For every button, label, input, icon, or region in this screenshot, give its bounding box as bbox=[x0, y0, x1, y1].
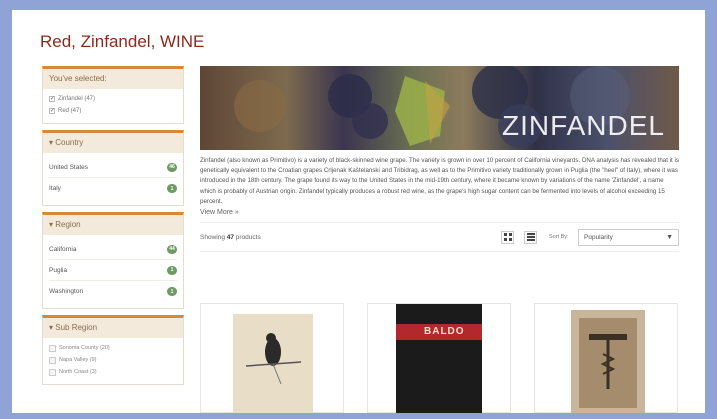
product-card[interactable]: BALDO bbox=[367, 303, 511, 413]
facet-item-label: Sonoma County (20) bbox=[59, 345, 110, 351]
checkbox[interactable] bbox=[49, 368, 56, 376]
region-facet-heading[interactable]: ▾ Region bbox=[43, 215, 183, 235]
facet-item-north-coast[interactable]: North Coast (3) bbox=[49, 366, 177, 378]
facet-item-label: Washington bbox=[49, 288, 84, 295]
results-count-prefix: Showing bbox=[200, 233, 227, 241]
facet-item-label: Napa Valley (9) bbox=[59, 357, 97, 363]
country-facet-panel: ▾ Country United States 46 Italy 1 bbox=[42, 130, 184, 206]
checkbox[interactable] bbox=[49, 356, 56, 364]
facet-item-label: Puglia bbox=[49, 266, 68, 274]
facet-count-badge: 46 bbox=[167, 162, 177, 172]
main-content: ZINFANDEL Zinfandel (also known as Primi… bbox=[200, 66, 679, 413]
results-toolbar: Showing 47 products Sort By: Popularity … bbox=[200, 222, 679, 253]
facet-count-badge: 1 bbox=[167, 265, 177, 275]
view-more-link[interactable]: View More » bbox=[200, 209, 679, 216]
page: Red, Zinfandel, WINE You've selected: ✓ … bbox=[12, 10, 705, 413]
sidebar: You've selected: ✓ Zinfandel (47) ✓ Red … bbox=[42, 66, 184, 391]
product-card[interactable] bbox=[534, 303, 678, 413]
sort-by-label: Sort By: bbox=[549, 234, 569, 241]
checkbox-icon[interactable]: ✓ bbox=[49, 108, 55, 114]
facet-item-label: Italy bbox=[49, 185, 61, 192]
collapse-caret-icon: ▾ bbox=[49, 220, 54, 229]
facet-count-badge: 44 bbox=[167, 244, 177, 254]
dropdown-arrow-icon: ▼ bbox=[666, 233, 673, 241]
sub-region-facet-title: Sub Region bbox=[55, 323, 98, 332]
list-view-button[interactable] bbox=[524, 230, 537, 244]
wine-label-bird-image bbox=[233, 314, 313, 413]
hero-title: ZINFANDEL bbox=[501, 110, 665, 141]
results-count-suffix: products bbox=[233, 233, 261, 241]
list-view-icon bbox=[526, 233, 535, 242]
results-count-number: 47 bbox=[226, 233, 234, 241]
facet-item-label: United States bbox=[49, 163, 89, 171]
selected-filter-red[interactable]: ✓ Red (47) bbox=[49, 105, 177, 117]
country-facet-heading[interactable]: ▾ Country bbox=[43, 133, 183, 153]
hero-banner: ZINFANDEL bbox=[200, 66, 679, 150]
facet-count-badge: 1 bbox=[167, 287, 177, 296]
facet-item-sonoma-county[interactable]: Sonoma County (20) bbox=[49, 342, 177, 354]
results-count: Showing 47 products bbox=[200, 234, 261, 241]
selected-filter-label: Zinfandel (47) bbox=[58, 96, 96, 102]
facet-item-washington[interactable]: Washington 1 bbox=[49, 281, 177, 302]
country-facet-title: Country bbox=[55, 138, 84, 147]
sub-region-facet-heading[interactable]: ▾ Sub Region bbox=[43, 318, 183, 338]
selected-filters-heading: You've selected: bbox=[43, 69, 183, 89]
facet-item-united-states[interactable]: United States 46 bbox=[49, 157, 177, 178]
facet-count-badge: 1 bbox=[167, 184, 177, 193]
grid-view-icon bbox=[503, 233, 512, 242]
wine-bottle-image bbox=[396, 304, 482, 413]
checkbox[interactable] bbox=[49, 344, 56, 352]
variety-description: Zinfandel (also known as Primitivo) is a… bbox=[200, 157, 679, 205]
page-title: Red, Zinfandel, WINE bbox=[40, 32, 205, 51]
facet-item-puglia[interactable]: Puglia 1 bbox=[49, 260, 177, 281]
collapse-caret-icon: ▾ bbox=[49, 323, 54, 332]
facet-item-california[interactable]: California 44 bbox=[49, 239, 177, 260]
facet-item-label: California bbox=[49, 245, 77, 253]
sort-by-select[interactable]: Popularity ▼ bbox=[578, 228, 679, 246]
facet-item-label: North Coast (3) bbox=[59, 369, 97, 375]
sort-by-value: Popularity bbox=[584, 233, 613, 241]
wine-label-corkscrew-image bbox=[571, 310, 645, 413]
selected-filters-panel: You've selected: ✓ Zinfandel (47) ✓ Red … bbox=[42, 66, 184, 124]
region-facet-panel: ▾ Region California 44 Puglia 1 Washingt… bbox=[42, 212, 184, 309]
facet-item-napa-valley[interactable]: Napa Valley (9) bbox=[49, 354, 177, 366]
wine-brand-label: BALDO bbox=[424, 326, 465, 337]
region-facet-title: Region bbox=[55, 220, 81, 229]
selected-filter-zinfandel[interactable]: ✓ Zinfandel (47) bbox=[49, 93, 177, 105]
product-card[interactable] bbox=[200, 303, 344, 413]
sub-region-facet-panel: ▾ Sub Region Sonoma County (20) Napa Val… bbox=[42, 315, 184, 385]
facet-item-italy[interactable]: Italy 1 bbox=[49, 178, 177, 199]
collapse-caret-icon: ▾ bbox=[49, 138, 54, 147]
checkbox-icon[interactable]: ✓ bbox=[49, 96, 55, 102]
grid-view-button[interactable] bbox=[501, 230, 514, 244]
selected-filter-label: Red (47) bbox=[58, 108, 82, 114]
product-grid: BALDO bbox=[200, 303, 679, 413]
